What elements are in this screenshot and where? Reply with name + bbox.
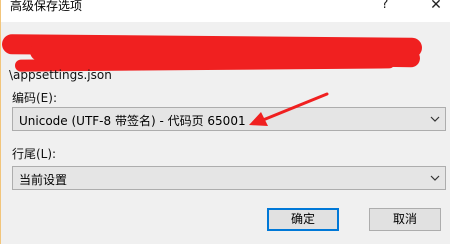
annotation-arrow: [249, 92, 329, 126]
advanced-save-options-dialog: 高级保存选项 ? ✕ \appsettings.json 编码(E): Unic…: [0, 0, 450, 244]
